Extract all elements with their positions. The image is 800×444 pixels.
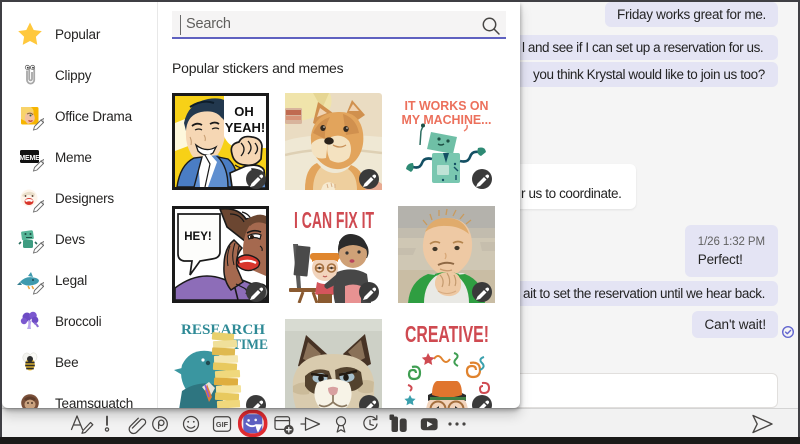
- svg-text:YEAH!: YEAH!: [225, 120, 265, 135]
- svg-text:MY MACHINE...: MY MACHINE...: [402, 113, 492, 127]
- svg-text:HEY!: HEY!: [184, 231, 211, 243]
- svg-text:OH: OH: [234, 104, 254, 119]
- svg-text:IT WORKS ON: IT WORKS ON: [405, 99, 489, 113]
- svg-text:CREATIVE!: CREATIVE!: [405, 321, 489, 347]
- svg-text:MEME: MEME: [19, 155, 40, 162]
- svg-text:TIME: TIME: [232, 337, 268, 353]
- svg-text:I CAN FIX IT: I CAN FIX IT: [294, 207, 374, 234]
- svg-text:GIF: GIF: [216, 420, 229, 429]
